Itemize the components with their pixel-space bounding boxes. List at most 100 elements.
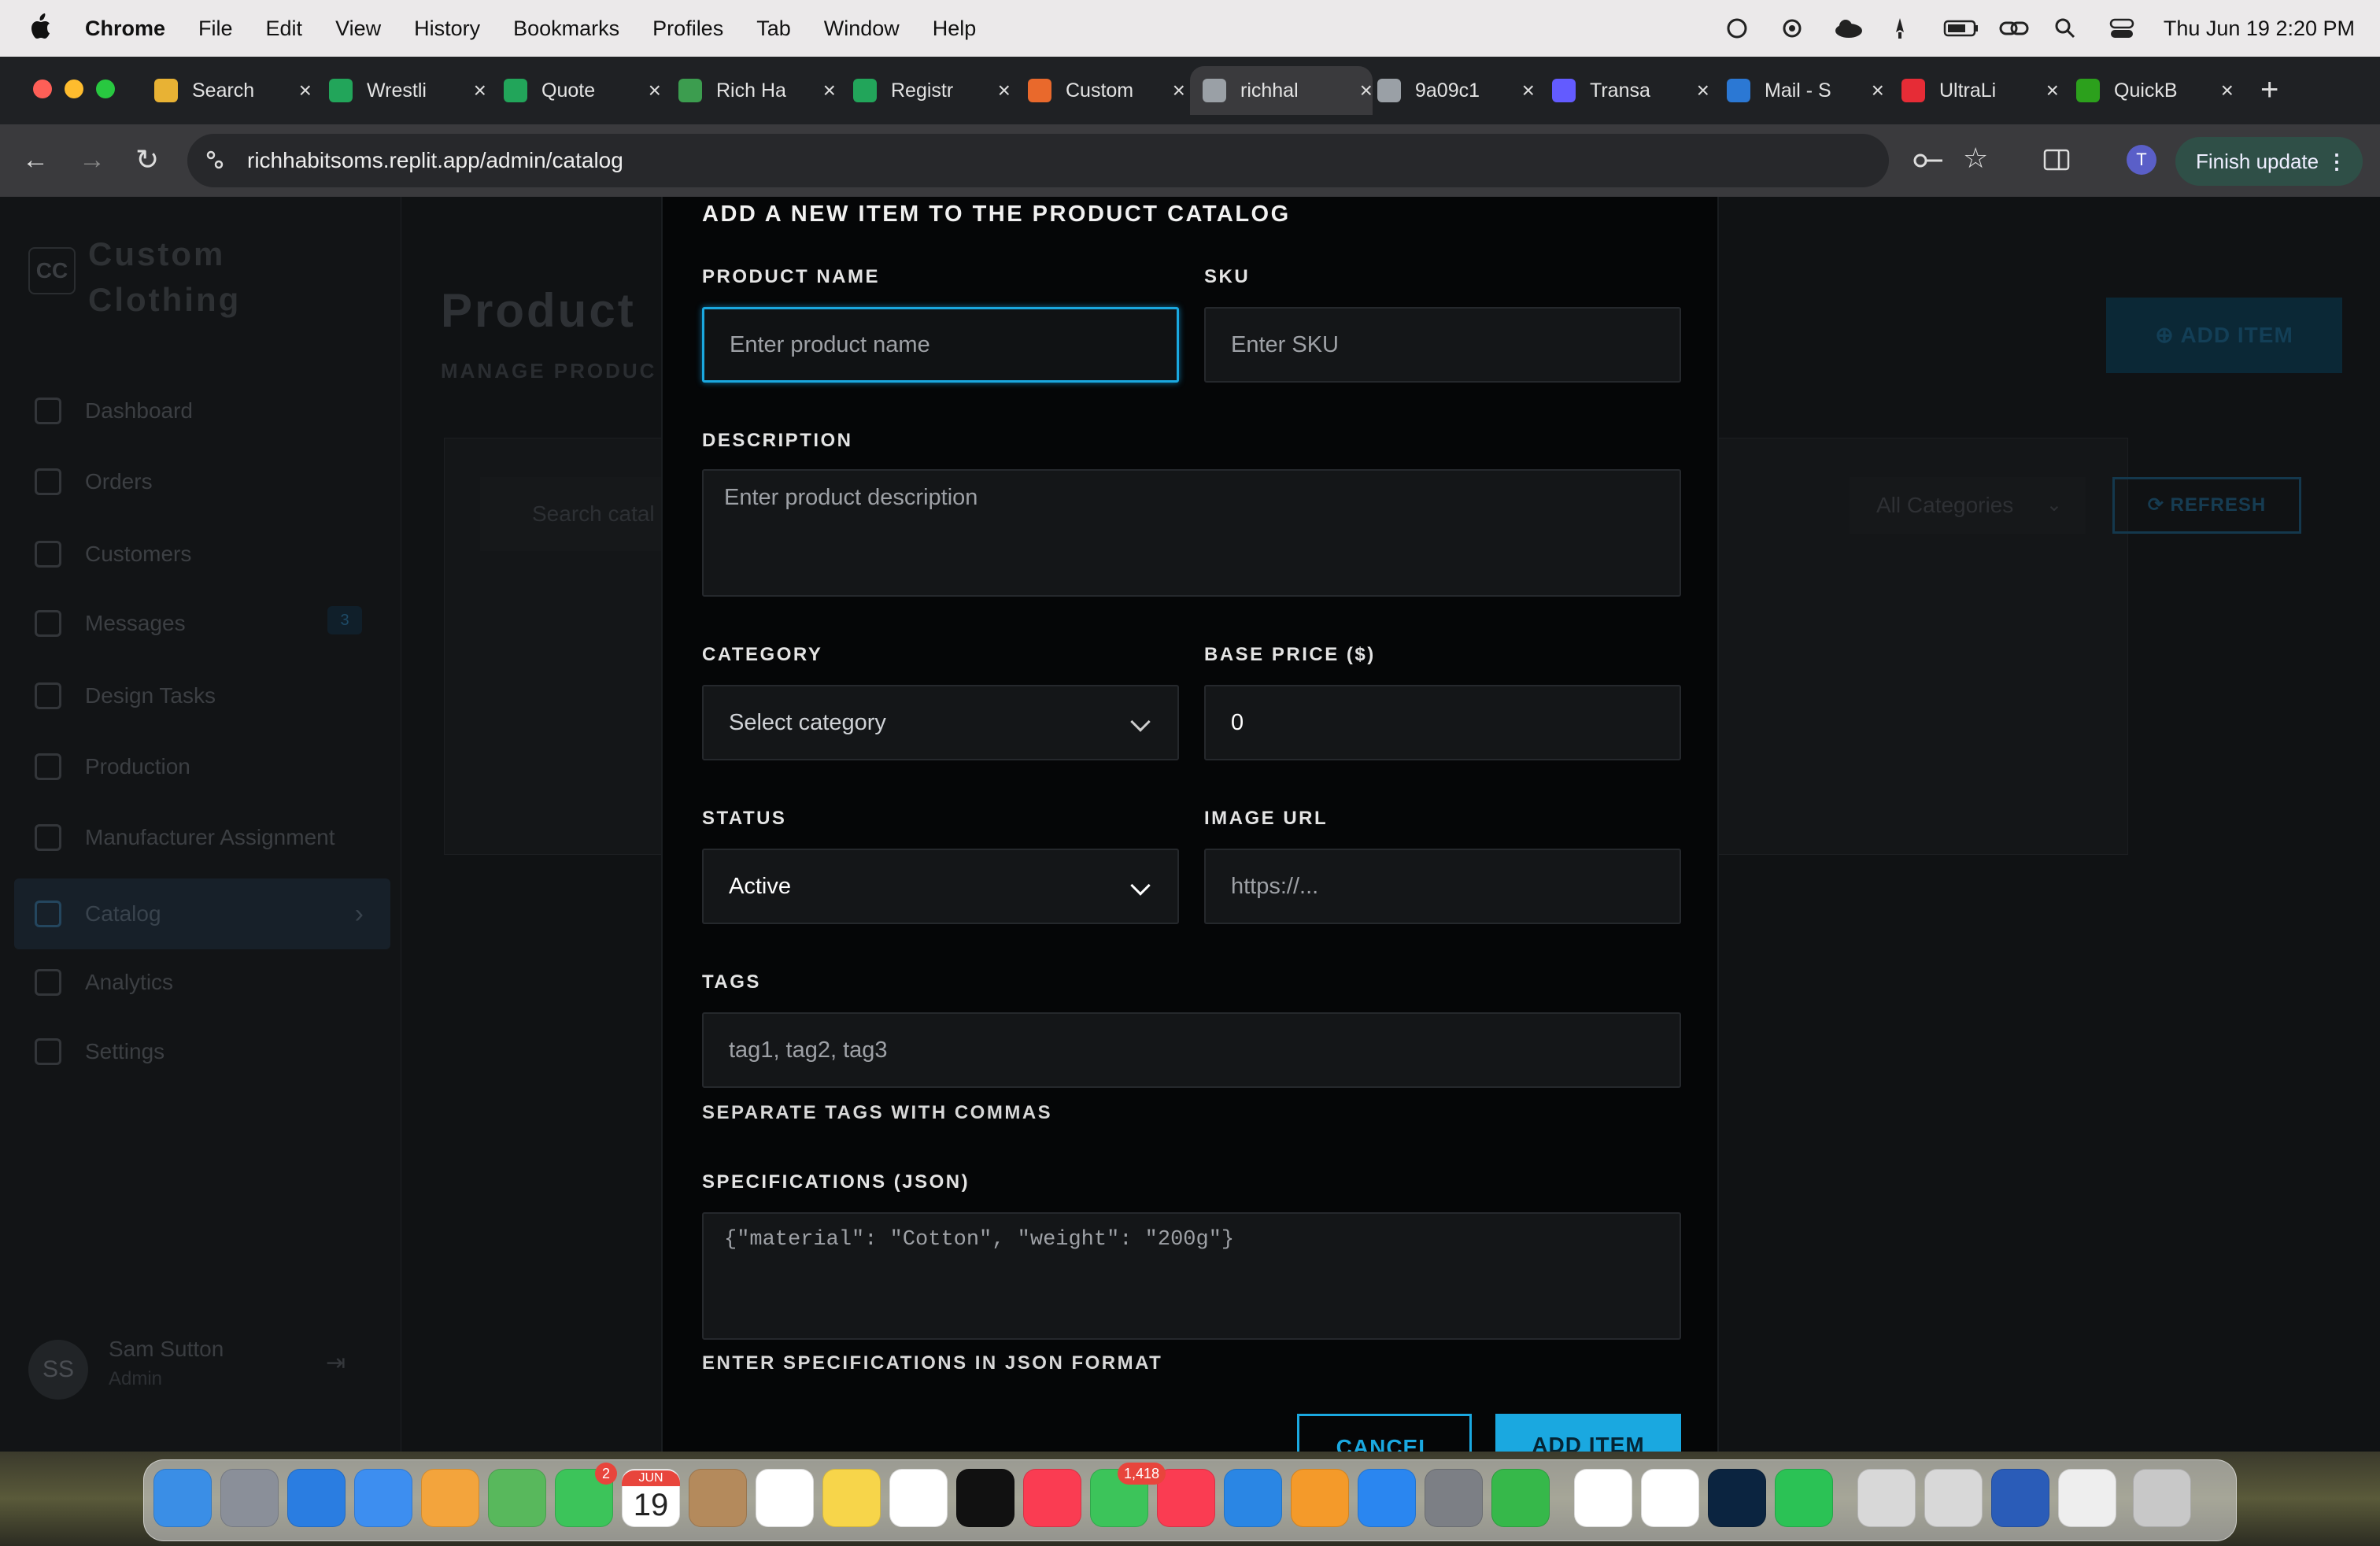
reminders-icon[interactable] <box>756 1469 814 1527</box>
tab-close-icon[interactable]: × <box>2221 78 2234 103</box>
browser-tab[interactable]: Rich Ha × <box>678 66 836 115</box>
zoom-window-button[interactable] <box>96 80 115 98</box>
browser-tab[interactable]: Custom × <box>1028 66 1185 115</box>
browser-tab[interactable]: UltraLi × <box>1901 66 2059 115</box>
keynote-icon[interactable] <box>1224 1469 1282 1527</box>
tab-close-icon[interactable]: × <box>649 78 661 103</box>
whatsapp-icon[interactable] <box>1775 1469 1833 1527</box>
apple-tv-icon[interactable] <box>956 1469 1014 1527</box>
tab-close-icon[interactable]: × <box>1697 78 1709 103</box>
profile-avatar[interactable]: T <box>2127 145 2156 175</box>
numbers-icon[interactable] <box>1491 1469 1550 1527</box>
freeform-icon[interactable] <box>889 1469 948 1527</box>
cloud-icon[interactable] <box>1833 17 1862 40</box>
menu-window[interactable]: Window <box>824 17 900 41</box>
launchpad-icon[interactable] <box>220 1469 279 1527</box>
tab-close-icon[interactable]: × <box>1360 78 1373 103</box>
menu-history[interactable]: History <box>414 17 480 41</box>
menu-edit[interactable]: Edit <box>266 17 303 41</box>
tags-input[interactable]: tag1, tag2, tag3 <box>702 1012 1681 1088</box>
apple-logo-icon[interactable] <box>28 13 55 44</box>
status-select[interactable]: Active <box>702 849 1179 924</box>
browser-tab[interactable]: 9a09c1 × <box>1377 66 1535 115</box>
forward-button[interactable]: → <box>79 145 105 176</box>
site-info-icon[interactable] <box>203 148 227 176</box>
menu-tab[interactable]: Tab <box>756 17 791 41</box>
sku-input[interactable]: Enter SKU <box>1204 307 1681 383</box>
browser-tab[interactable]: QuickB × <box>2076 66 2234 115</box>
tab-close-icon[interactable]: × <box>1872 78 1884 103</box>
system-settings-icon[interactable] <box>1425 1469 1483 1527</box>
link-icon[interactable] <box>1998 17 2029 40</box>
back-button[interactable]: ← <box>22 145 49 176</box>
category-filter-select[interactable]: All Categories ⌄ <box>1850 477 2086 534</box>
tab-close-icon[interactable]: × <box>823 78 836 103</box>
chatgpt-icon[interactable] <box>1641 1469 1699 1527</box>
mail-icon[interactable] <box>354 1469 412 1527</box>
app-store-icon[interactable] <box>1358 1469 1416 1527</box>
chatgpt-icon[interactable] <box>1778 17 1806 40</box>
creative-cloud-icon[interactable] <box>1723 17 1751 40</box>
specifications-textarea[interactable]: {"material": "Cotton", "weight": "200g"} <box>702 1212 1681 1340</box>
password-key-icon[interactable] <box>1913 150 1944 176</box>
menu-file[interactable]: File <box>198 17 233 41</box>
tab-close-icon[interactable]: × <box>2046 78 2059 103</box>
notes-icon[interactable] <box>822 1469 881 1527</box>
menu-profiles[interactable]: Profiles <box>652 17 723 41</box>
add-item-button[interactable]: ⊕ ADD ITEM <box>2106 298 2342 373</box>
browser-tab[interactable]: Quote × <box>504 66 661 115</box>
new-tab-button[interactable]: + <box>2260 72 2278 108</box>
chrome-icon[interactable] <box>1574 1469 1632 1527</box>
browser-tab[interactable]: Registr × <box>853 66 1011 115</box>
browser-tab[interactable]: Mail - S × <box>1727 66 1884 115</box>
close-window-button[interactable] <box>33 80 52 98</box>
browser-tab[interactable]: Search × <box>154 66 312 115</box>
pages-icon[interactable] <box>1291 1469 1349 1527</box>
menu-bookmarks[interactable]: Bookmarks <box>513 17 619 41</box>
finish-update-button[interactable]: Finish update ⋮ <box>2175 137 2363 186</box>
tab-close-icon[interactable]: × <box>1173 78 1185 103</box>
search-icon[interactable] <box>2053 17 2082 40</box>
menu-app-name[interactable]: Chrome <box>85 17 165 41</box>
sidebar-item-customers[interactable]: Customers <box>35 531 191 578</box>
minimize-window-button[interactable] <box>65 80 83 98</box>
sidebar-item-design-tasks[interactable]: Design Tasks <box>35 672 216 719</box>
browser-tab[interactable]: richhal × <box>1190 66 1373 115</box>
music-icon[interactable] <box>1023 1469 1081 1527</box>
browser-tab[interactable]: Wrestli × <box>329 66 486 115</box>
maps-icon[interactable] <box>488 1469 546 1527</box>
bookmark-star-icon[interactable]: ☆ <box>1963 142 1988 175</box>
menu-view[interactable]: View <box>335 17 381 41</box>
menu-clock[interactable]: Thu Jun 19 2:20 PM <box>2164 17 2355 41</box>
sidebar-item-production[interactable]: Production <box>35 743 190 790</box>
sidebar-item-catalog[interactable]: Catalog › <box>14 878 390 949</box>
rocket-icon[interactable] <box>1888 17 1916 40</box>
tab-close-icon[interactable]: × <box>998 78 1011 103</box>
refresh-button[interactable]: ⟳ REFRESH <box>2112 477 2301 534</box>
category-select[interactable]: Select category <box>702 685 1179 760</box>
product-name-input[interactable]: Enter product name <box>702 307 1179 383</box>
contacts-icon[interactable] <box>689 1469 747 1527</box>
description-textarea[interactable]: Enter product description <box>702 469 1681 597</box>
cancel-button[interactable]: CANCEL <box>1297 1414 1472 1452</box>
tab-close-icon[interactable]: × <box>299 78 312 103</box>
sidebar-item-orders[interactable]: Orders <box>35 458 153 505</box>
tab-close-icon[interactable]: × <box>474 78 486 103</box>
trash-icon[interactable] <box>2133 1469 2191 1527</box>
battery-icon[interactable] <box>1943 17 1978 40</box>
finder-icon[interactable] <box>153 1469 212 1527</box>
logout-icon[interactable]: ⇥ <box>326 1349 346 1377</box>
image-url-input[interactable]: https://... <box>1204 849 1681 924</box>
sidebar-item-settings[interactable]: Settings <box>35 1028 164 1075</box>
word-icon[interactable] <box>1991 1469 2049 1527</box>
sidebar-item-analytics[interactable]: Analytics <box>35 959 173 1006</box>
photo-id-icon[interactable] <box>1857 1469 1916 1527</box>
tab-close-icon[interactable]: × <box>1522 78 1535 103</box>
base-price-input[interactable]: 0 <box>1204 685 1681 760</box>
browser-tab[interactable]: Transa × <box>1552 66 1709 115</box>
sidebar-item-manufacturer-assignment[interactable]: Manufacturer Assignment <box>35 814 335 861</box>
sidebar-item-messages[interactable]: Messages <box>35 600 186 647</box>
safari-icon[interactable] <box>287 1469 346 1527</box>
submit-add-item-button[interactable]: ADD ITEM <box>1495 1414 1681 1452</box>
photoshop-icon[interactable] <box>1708 1469 1766 1527</box>
